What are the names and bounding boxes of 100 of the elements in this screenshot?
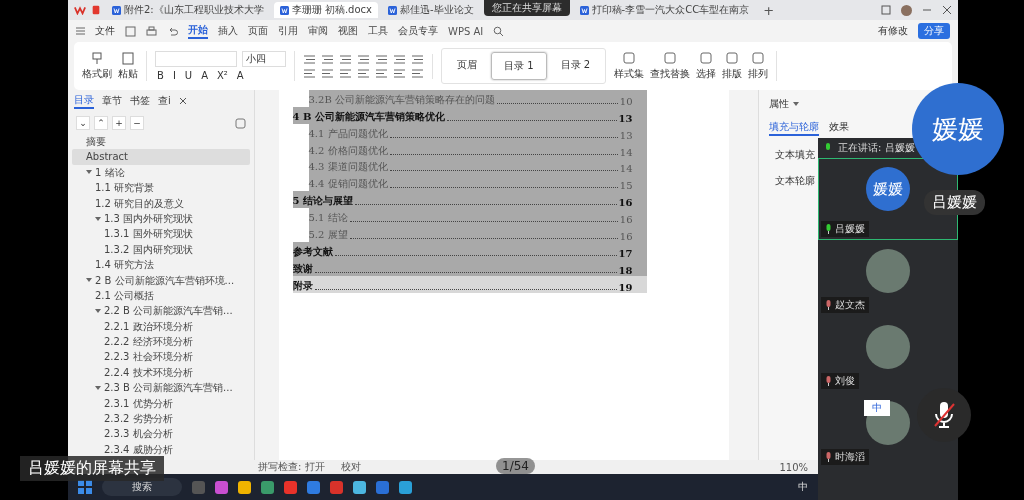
window-restore-icon[interactable]	[881, 5, 891, 15]
taskbar-app-icon[interactable]	[307, 480, 320, 494]
outline-item[interactable]: 2.3.2 劣势分析	[72, 411, 250, 427]
outline-item[interactable]: 2.2.1 政治环境分析	[72, 318, 250, 335]
taskbar-app-icon[interactable]	[353, 480, 366, 494]
outline-item[interactable]: Abstract	[72, 149, 250, 165]
pdf-icon[interactable]	[90, 5, 102, 15]
menu-tab[interactable]: 开始	[188, 23, 208, 39]
format-button[interactable]: X²	[215, 70, 230, 81]
format-painter-button[interactable]: 格式刷	[82, 51, 112, 81]
property-tab[interactable]: 效果	[829, 120, 849, 136]
paragraph-align-icon[interactable]	[411, 67, 424, 79]
list-format-icon[interactable]	[303, 53, 316, 65]
document-tab[interactable]: 李珊珊 初稿.docx	[273, 2, 378, 18]
wps-logo-icon[interactable]	[74, 5, 86, 15]
outline-item[interactable]: 2.2.4 技术环境分析	[72, 364, 250, 381]
nav-tab[interactable]: 查i	[158, 94, 171, 108]
close-icon[interactable]	[942, 5, 952, 15]
zoom-level[interactable]: 110%	[779, 461, 808, 473]
outline-item[interactable]: 1.4 研究方法	[72, 257, 250, 273]
format-button[interactable]: A	[199, 70, 210, 81]
document-tab[interactable]: 附件2:《山东工程职业技术大学	[106, 2, 270, 18]
outline-item[interactable]: 2.1 公司概括	[72, 287, 250, 304]
start-icon[interactable]	[78, 480, 92, 494]
toc-entry[interactable]: 5 结论与展望 16	[292, 191, 647, 209]
caret-icon[interactable]	[86, 169, 92, 176]
screen-sharing-banner[interactable]: 您正在共享屏幕	[483, 0, 570, 16]
font-name-field[interactable]	[155, 51, 237, 67]
taskbar-app-icon[interactable]	[238, 480, 251, 494]
outline-item[interactable]: 2 B 公司新能源汽车营销环境...	[72, 272, 250, 288]
nav-tab[interactable]: 目录	[74, 93, 94, 109]
outline-control-button[interactable]: ⌄	[76, 116, 90, 130]
menu-tab[interactable]: 审阅	[308, 24, 328, 38]
caret-icon[interactable]	[86, 277, 92, 284]
new-tab-button[interactable]: +	[759, 2, 779, 18]
caret-icon[interactable]	[95, 308, 101, 314]
outline-control-button[interactable]: +	[112, 116, 126, 130]
spell-check-status[interactable]: 拼写检查: 打开	[258, 460, 325, 474]
paragraph-align-icon[interactable]	[393, 67, 406, 79]
nav-tab[interactable]: 章节	[102, 94, 122, 108]
outline-control-button[interactable]: −	[130, 116, 144, 130]
print-icon[interactable]	[146, 25, 157, 37]
menu-tab[interactable]: 插入	[218, 24, 238, 38]
ribbon-tool-button[interactable]: 查找替换	[650, 51, 691, 81]
outline-item[interactable]: 2.3.3 机会分析	[72, 426, 250, 442]
style-preset[interactable]: 页眉	[445, 52, 489, 80]
outline-item[interactable]: 2.2.3 社会环境分析	[72, 349, 250, 365]
document-tab[interactable]: 打印稿-李雪一汽大众CC车型在南京	[573, 2, 756, 18]
taskbar-app-icon[interactable]	[215, 480, 228, 494]
menu-tab[interactable]: 视图	[338, 24, 358, 38]
dropdown-caret-icon[interactable]	[793, 101, 799, 107]
outline-item[interactable]: 1 绪论	[72, 164, 250, 181]
style-preset[interactable]: 目录 1	[491, 52, 547, 80]
font-size-field[interactable]: 小四	[242, 51, 286, 67]
list-format-icon[interactable]	[339, 53, 352, 65]
menu-tab[interactable]: 页面	[248, 24, 268, 38]
toc-entry[interactable]: 参考文献 17	[292, 242, 647, 259]
property-section[interactable]: 文本轮廓	[775, 174, 815, 188]
user-avatar[interactable]	[901, 4, 912, 16]
save-icon[interactable]	[125, 25, 136, 37]
paragraph-align-icon[interactable]	[339, 67, 352, 79]
share-button[interactable]: 分享	[918, 23, 950, 39]
format-button[interactable]: U	[182, 70, 195, 81]
style-preset[interactable]: 目录 2	[548, 52, 603, 80]
paragraph-align-icon[interactable]	[321, 67, 334, 79]
outline-item[interactable]: 2.3.1 优势分析	[72, 395, 250, 412]
outline-item[interactable]: 1.2 研究目的及意义	[72, 195, 250, 211]
file-menu[interactable]: 文件	[95, 24, 115, 38]
list-format-icon[interactable]	[357, 53, 370, 65]
list-format-icon[interactable]	[375, 53, 388, 65]
undo-icon[interactable]	[167, 25, 178, 37]
nav-tab[interactable]: 书签	[130, 94, 150, 108]
format-button[interactable]: B	[155, 70, 166, 81]
caret-icon[interactable]	[95, 215, 101, 222]
menu-tab[interactable]: 会员专享	[398, 24, 438, 38]
format-button[interactable]: I	[170, 70, 178, 81]
search-icon[interactable]	[493, 25, 505, 37]
input-method-indicator[interactable]: 中	[798, 480, 808, 494]
property-tab[interactable]: 填充与轮廓	[769, 120, 819, 136]
outline-item[interactable]: 1.1 研究背景	[72, 180, 250, 196]
ribbon-tool-button[interactable]: 排版	[722, 51, 743, 81]
outline-item[interactable]: 1.3.2 国内研究现状	[72, 241, 250, 258]
outline-item[interactable]: 1.3.1 国外研究现状	[72, 226, 250, 242]
outline-item[interactable]: 2.3 B 公司新能源汽车营销...	[72, 380, 250, 396]
ribbon-tool-button[interactable]: 选择	[696, 51, 717, 81]
list-format-icon[interactable]	[321, 53, 334, 65]
list-format-icon[interactable]	[393, 53, 406, 65]
property-section[interactable]: 文本填充	[775, 148, 815, 162]
proofread-button[interactable]: 校对	[340, 460, 361, 474]
input-method-bar[interactable]: 中	[864, 400, 890, 416]
outline-item[interactable]: 2.3.4 威胁分析	[72, 441, 250, 458]
taskbar-app-icon[interactable]	[261, 480, 274, 494]
caret-icon[interactable]	[95, 384, 101, 391]
outline-item[interactable]: 2.2.2 经济环境分析	[72, 334, 250, 350]
format-button[interactable]: A	[234, 70, 246, 81]
wps-ai-button[interactable]: WPS AI	[448, 25, 484, 37]
paragraph-align-icon[interactable]	[375, 67, 388, 79]
ribbon-tool-button[interactable]: 排列	[748, 51, 769, 81]
menu-tab[interactable]: 工具	[368, 24, 388, 38]
outline-item[interactable]: 摘要	[72, 134, 250, 150]
